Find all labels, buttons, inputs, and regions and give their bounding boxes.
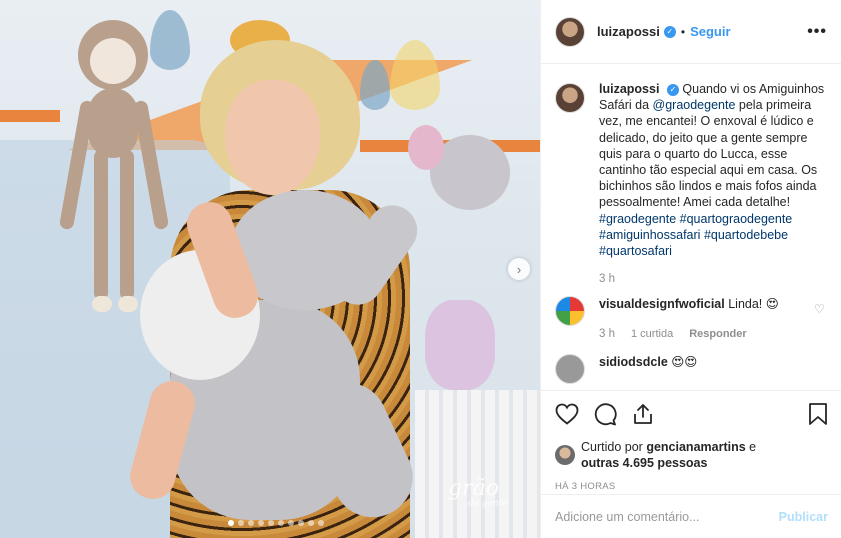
likes-count[interactable]: outras 4.695 pessoas [581,456,707,470]
verified-badge-icon: ✓ [666,83,679,96]
brand-watermark: grão de gente [448,476,508,509]
carousel-dot [278,520,284,526]
heart-outline-icon[interactable]: ♡ [814,302,828,342]
caption-text: luizapossi ✓ Quando vi os Amiguinhos Saf… [599,81,828,259]
heart-outline-icon[interactable] [555,403,579,425]
carousel-dot [268,520,274,526]
verified-badge-icon: ✓ [663,25,676,38]
comment-input[interactable] [555,509,779,524]
comment-item: visualdesignfwoficial Linda! 😍 3 h 1 cur… [555,296,828,342]
avatar[interactable] [555,83,585,113]
post-caption: luizapossi ✓ Quando vi os Amiguinhos Saf… [555,81,828,259]
carousel-next-button[interactable]: › [508,258,530,280]
likes-connector: e [749,440,757,454]
chevron-right-icon: › [516,261,522,277]
carousel-indicator [228,520,324,526]
more-options-icon[interactable]: ••• [807,23,827,41]
person-face [225,80,320,195]
bookmark-icon[interactable] [808,402,828,426]
hashtag-link[interactable]: #amiguinhossafari [599,228,700,242]
carousel-dot [288,520,294,526]
post-timestamp[interactable]: HÁ 3 HORAS [555,481,828,492]
carousel-dot [238,520,244,526]
avatar[interactable] [555,296,585,327]
comment-text: 😍😍 [671,355,698,370]
carousel-dot [298,520,304,526]
comment-bubble-icon[interactable] [593,402,617,426]
comment-timestamp[interactable]: 3 h [599,326,615,342]
likes-prefix: Curtido por [581,440,643,454]
caption-body: pela primeira vez, me encantei! O enxova… [599,98,818,210]
avatar[interactable] [555,445,575,465]
leaf-decoration [390,40,440,110]
comment-item: sidiodsdcle 😍😍 [555,354,828,385]
comment-text: Linda! 😍 [728,297,779,312]
comment-likes-count[interactable]: 1 curtida [631,326,673,342]
share-icon[interactable] [631,402,655,426]
add-comment-bar: Publicar [541,494,841,538]
caption-timestamp[interactable]: 3 h [599,273,828,285]
comment-username[interactable]: sidiodsdcle [599,355,668,369]
likes-summary: Curtido por gencianamartins e outras 4.6… [555,439,828,471]
post-sidebar: luizapossi ✓ • Seguir ••• luizapossi ✓ Q… [540,0,841,538]
hashtag-link[interactable]: #graodegente [599,212,676,226]
post-header: luizapossi ✓ • Seguir ••• [541,0,841,64]
publish-button[interactable]: Publicar [779,510,828,524]
post-author-username[interactable]: luizapossi [597,24,660,39]
post-photo[interactable]: grão de gente › [0,0,540,538]
comment-username[interactable]: visualdesignfwoficial [599,297,725,311]
carousel-dot [228,520,234,526]
separator-dot: • [680,24,686,39]
carousel-dot [318,520,324,526]
hashtag-link[interactable]: #quartograodegente [680,212,793,226]
avatar[interactable] [555,354,585,385]
caption-username[interactable]: luizapossi [599,82,659,96]
follow-button[interactable]: Seguir [690,24,730,39]
carousel-dot [308,520,314,526]
carousel-dot [258,520,264,526]
hashtag-link[interactable]: #quartosafari [599,244,672,258]
post-actions: Curtido por gencianamartins e outras 4.6… [541,390,841,492]
liker-username[interactable]: gencianamartins [646,440,745,454]
hashtag-link[interactable]: #quartodebebe [704,228,788,242]
reply-button[interactable]: Responder [689,326,746,342]
carousel-dot [248,520,254,526]
avatar[interactable] [555,16,585,47]
mention-link[interactable]: @graodegente [653,98,736,112]
comments-list[interactable]: luizapossi ✓ Quando vi os Amiguinhos Saf… [541,65,841,390]
